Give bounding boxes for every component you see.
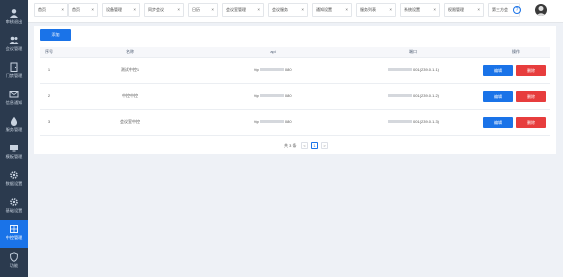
row-name: 中控中控 (122, 93, 138, 98)
close-icon[interactable]: × (433, 4, 436, 16)
page-number-button[interactable]: 1 (311, 142, 318, 149)
help-icon[interactable]: ? (513, 6, 521, 14)
row-name: 测试中控1 (120, 67, 140, 72)
row-api: ttp 080 (254, 119, 292, 124)
row-port: 001(239.0.1.2) (344, 83, 482, 109)
tab-home[interactable]: 首页 × (34, 3, 68, 17)
sidebar-item-notice[interactable]: 信息通知 (0, 85, 28, 112)
row-index: 3 (47, 119, 51, 124)
drop-icon (10, 116, 18, 126)
column-header: 操作 (512, 49, 520, 54)
column-header: 序号 (45, 49, 53, 54)
tab-system[interactable]: 系统设置 × (400, 3, 440, 17)
table-row: 3 会议室中控 ttp 080 001(239.0.1.3) 编辑 删除 (40, 109, 550, 136)
tab-service[interactable]: 会议服务 × (268, 3, 308, 17)
close-icon[interactable]: × (257, 4, 260, 16)
sidebar-item-door[interactable]: 门禁管理 (0, 58, 28, 85)
sidebar-item-label: 模板管理 (5, 154, 23, 159)
row-index: 1 (47, 67, 51, 72)
row-index: 2 (47, 93, 51, 98)
edit-button[interactable]: 编辑 (483, 91, 513, 102)
shield-icon (10, 252, 18, 262)
tab-service-list[interactable]: 服务列表 × (356, 3, 396, 17)
table-row: 1 测试中控1 ttp 080 001(239.0.1.1) 编辑 删除 (40, 57, 550, 84)
sidebar-item-label: 基础设置 (5, 208, 23, 213)
column-header: 名称 (126, 49, 134, 54)
table-row: 2 中控中控 ttp 080 001(239.0.1.2) 编辑 删除 (40, 83, 550, 110)
control-icon (10, 225, 18, 233)
sidebar-item-control[interactable]: 中控管理 (0, 220, 28, 248)
envelope-icon (9, 91, 19, 98)
column-header: api (270, 49, 276, 54)
door-icon (10, 62, 18, 72)
sidebar-item-function[interactable]: 功能 (0, 248, 28, 275)
close-icon[interactable]: × (345, 4, 348, 16)
sidebar-item-service[interactable]: 服务管理 (0, 112, 28, 139)
user-avatar-icon (536, 6, 546, 16)
user-icon (10, 9, 18, 18)
row-api: ttp 080 (254, 93, 292, 98)
sidebar-item-meeting[interactable]: 会议管理 (0, 31, 28, 58)
sidebar-item-label: 数据设置 (5, 181, 23, 186)
close-icon[interactable]: × (211, 4, 214, 16)
tab-calendar[interactable]: 日历 × (188, 3, 218, 17)
close-icon[interactable]: × (61, 4, 64, 16)
close-icon[interactable]: × (477, 4, 480, 16)
row-api: ttp 080 (254, 67, 292, 72)
sidebar-item-label: 审核退出 (5, 19, 23, 24)
prev-page-button[interactable]: < (301, 142, 308, 149)
tab-permission[interactable]: 权限管理 × (444, 3, 484, 17)
edit-button[interactable]: 编辑 (483, 65, 513, 76)
sidebar-item-template[interactable]: 模板管理 (0, 139, 28, 166)
close-icon[interactable]: × (133, 4, 136, 16)
delete-button[interactable]: 删除 (516, 117, 546, 128)
delete-button[interactable]: 删除 (516, 91, 546, 102)
pagination-total: 共 3 条 (284, 143, 297, 148)
tab-device[interactable]: 设备管理 × (102, 3, 140, 17)
close-icon[interactable]: × (177, 4, 180, 16)
tab-sync-meeting[interactable]: 同步会议 × (144, 3, 184, 17)
row-port: 001(239.0.1.1) (344, 57, 482, 83)
content-panel: 添加 序号 名称 api 端口 操作 1 测试中控1 ttp 080 001(23… (34, 26, 556, 154)
tab-bar: 首页 × 首页 × 设备管理 × 同步会议 × 日历 × 会议室管理 × 会议服务 × 通知设… (28, 0, 563, 23)
sidebar-item-audit[interactable]: 审核退出 (0, 4, 28, 31)
close-icon[interactable]: × (389, 4, 392, 16)
edit-button[interactable]: 编辑 (483, 117, 513, 128)
sidebar-item-label: 会议管理 (5, 46, 23, 51)
row-port: 001(239.0.1.3) (344, 109, 482, 135)
row-name: 会议室中控 (120, 119, 140, 124)
avatar[interactable] (535, 4, 547, 16)
sidebar: 审核退出 会议管理 门禁管理 信息通知 服务管理 模板管理 数据设置 基础设置 … (0, 0, 28, 277)
sidebar-item-basic-settings[interactable]: 基础设置 (0, 193, 28, 220)
gear-icon (10, 171, 18, 179)
tab-home-2[interactable]: 首页 × (68, 3, 98, 17)
close-icon[interactable]: × (91, 4, 94, 16)
column-header: 端口 (409, 49, 417, 54)
sidebar-item-data-settings[interactable]: 数据设置 (0, 166, 28, 193)
sidebar-item-label: 功能 (9, 263, 19, 268)
close-icon[interactable]: × (301, 4, 304, 16)
sidebar-item-label: 信息通知 (5, 100, 23, 105)
sidebar-item-label: 中控管理 (5, 235, 23, 240)
delete-button[interactable]: 删除 (516, 65, 546, 76)
sidebar-item-label: 服务管理 (5, 127, 23, 132)
add-button[interactable]: 添加 (40, 29, 71, 41)
monitor-icon (10, 145, 18, 152)
tab-notify[interactable]: 通知设置 × (312, 3, 352, 17)
next-page-button[interactable]: > (321, 142, 328, 149)
tab-room[interactable]: 会议室管理 × (222, 3, 264, 17)
gear-icon (10, 198, 18, 206)
people-icon (9, 36, 19, 44)
sidebar-item-label: 门禁管理 (5, 73, 23, 78)
